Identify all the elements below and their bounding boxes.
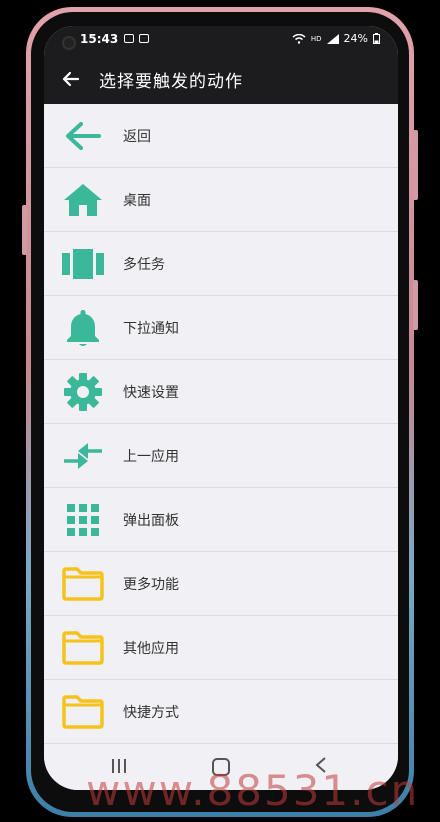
notification-icons: [124, 34, 149, 43]
front-camera: [62, 36, 76, 50]
action-item-quick-settings[interactable]: 快速设置: [44, 360, 398, 424]
app-bar: 选择要触发的动作: [44, 54, 398, 104]
bell-icon: [62, 307, 104, 349]
action-label: 返回: [123, 128, 151, 145]
wifi-icon: [292, 33, 306, 44]
action-label: 更多功能: [123, 576, 179, 593]
multitask-icon: [62, 243, 104, 285]
action-label: 上一应用: [123, 448, 179, 465]
power-button: [413, 280, 418, 330]
status-time: 15:43: [80, 32, 119, 46]
home-icon: [62, 179, 104, 221]
action-item-home[interactable]: 桌面: [44, 168, 398, 232]
arrow-left-icon: [62, 115, 104, 157]
gear-icon: [62, 371, 104, 413]
folder-icon: [62, 691, 104, 733]
image-notification-icon: [124, 34, 134, 43]
action-list: 返回 桌面 多任务 下拉通知 快速设置 上一应用 弹出面板 更多功能 其他应用 …: [44, 104, 398, 744]
action-label: 其他应用: [123, 640, 179, 657]
action-item-notifications[interactable]: 下拉通知: [44, 296, 398, 360]
watermark: www.88531.cn: [86, 766, 420, 815]
page-title: 选择要触发的动作: [99, 72, 243, 92]
action-item-more-functions[interactable]: 更多功能: [44, 552, 398, 616]
phone-screen: 15:43 HD 24% 选择要触发的动作 返回 桌面 多任务 下拉通知 快速设…: [44, 26, 398, 790]
folder-icon: [62, 627, 104, 669]
action-label: 多任务: [123, 256, 165, 273]
action-label: 快捷方式: [123, 704, 179, 721]
side-button-left: [22, 205, 27, 255]
battery-percent: 24%: [343, 32, 368, 45]
grid-icon: [62, 499, 104, 541]
signal-icon: [326, 33, 339, 44]
action-item-last-app[interactable]: 上一应用: [44, 424, 398, 488]
action-item-multitask[interactable]: 多任务: [44, 232, 398, 296]
volume-button: [413, 130, 418, 200]
status-right: HD 24%: [292, 32, 380, 45]
action-label: 快速设置: [123, 384, 179, 401]
action-item-shortcuts[interactable]: 快捷方式: [44, 680, 398, 744]
status-bar: 15:43 HD 24%: [44, 26, 398, 54]
action-label: 下拉通知: [123, 320, 179, 337]
battery-icon: [373, 33, 380, 44]
action-item-popup-panel[interactable]: 弹出面板: [44, 488, 398, 552]
action-label: 弹出面板: [123, 512, 179, 529]
swap-arrows-icon: [62, 435, 104, 477]
network-label: HD: [310, 34, 322, 43]
folder-icon: [62, 563, 104, 605]
back-arrow-icon[interactable]: [58, 66, 84, 92]
action-item-other-apps[interactable]: 其他应用: [44, 616, 398, 680]
app-notification-icon: [139, 34, 149, 43]
action-item-back[interactable]: 返回: [44, 104, 398, 168]
action-label: 桌面: [123, 192, 151, 209]
